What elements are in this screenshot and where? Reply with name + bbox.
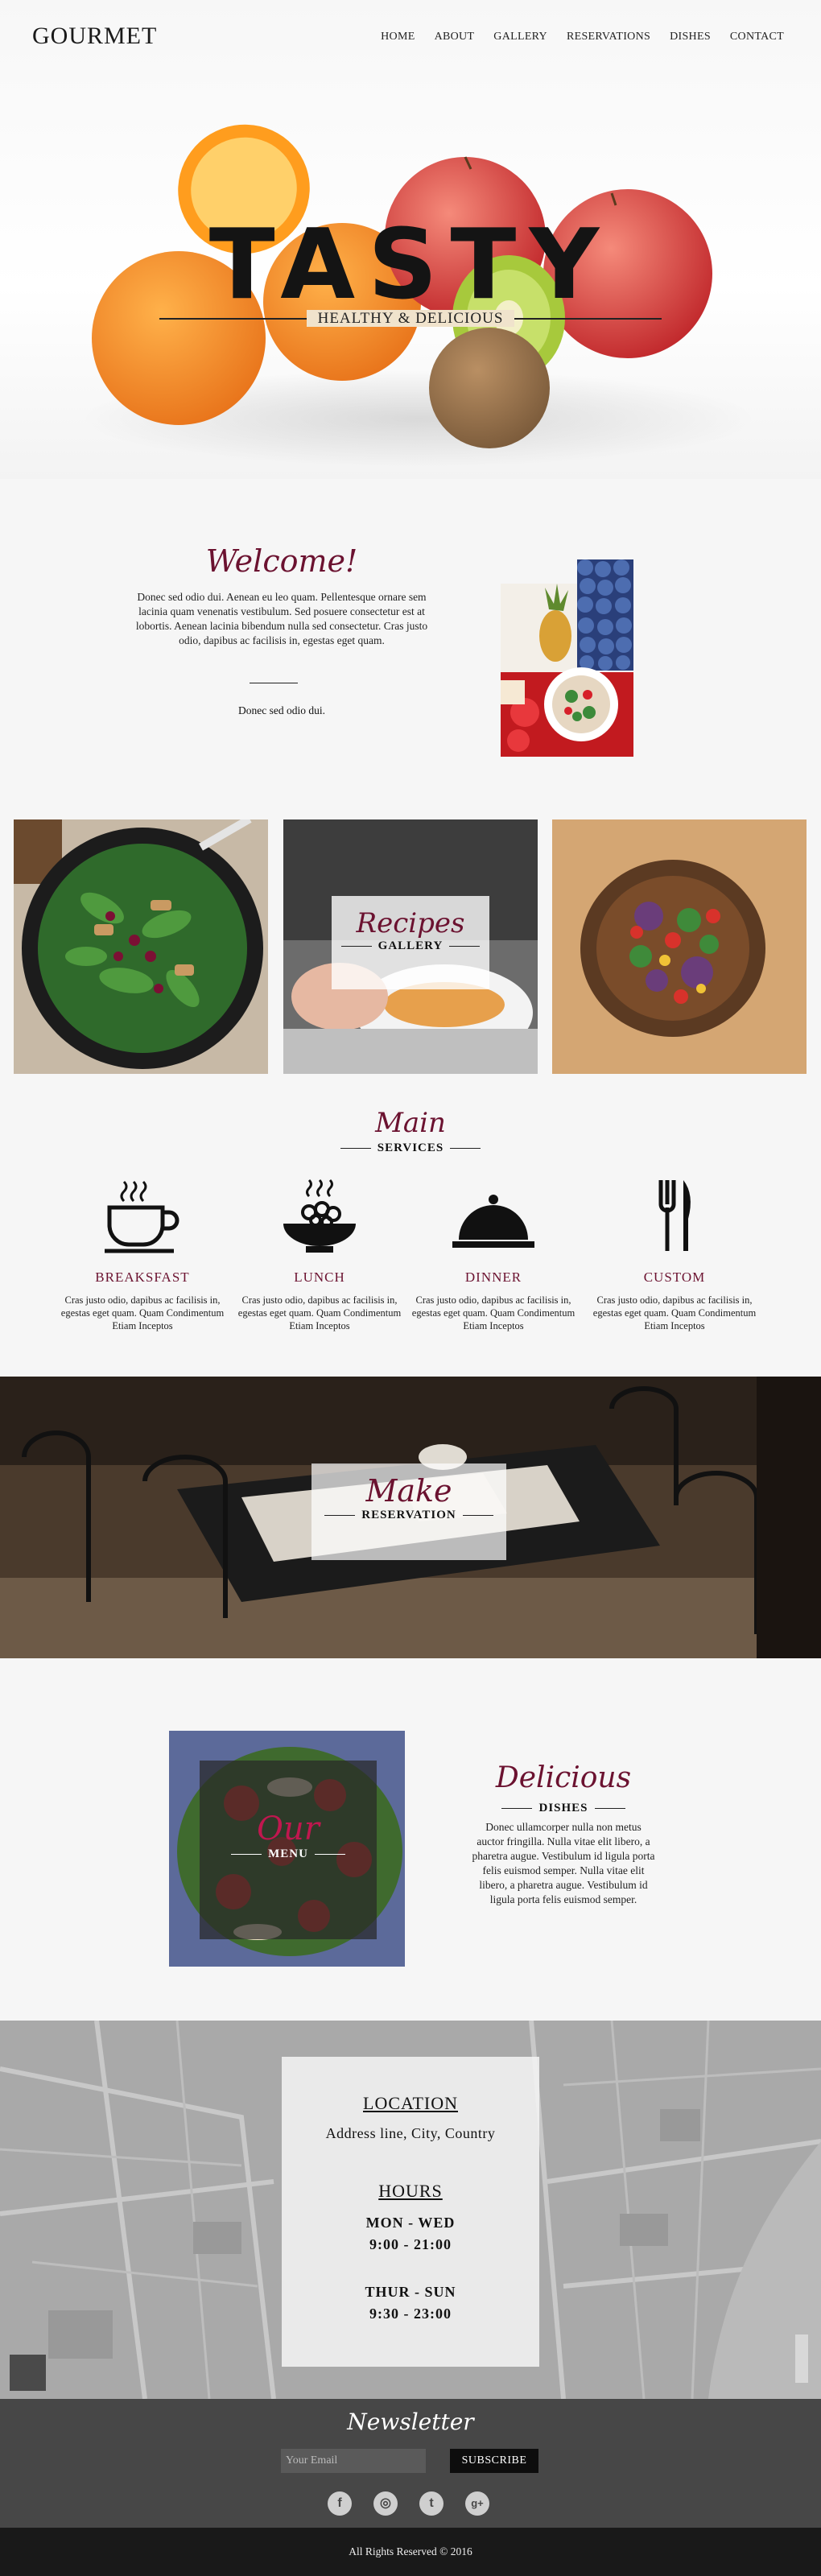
location-heading: LOCATION [363,2093,458,2113]
service-lunch[interactable]: LUNCH Cras justo odio, dapibus ac facili… [235,1175,404,1332]
dishes-section: Our MENU Delicious DISHES Donec ullamcor… [0,1658,821,2021]
nav-contact[interactable]: CONTACT [730,31,784,43]
facebook-icon[interactable]: f [328,2491,352,2516]
nav-gallery[interactable]: GALLERY [493,31,547,43]
services-title: Main [375,1107,446,1139]
google-plus-icon[interactable]: g+ [465,2491,489,2516]
reservation-subtitle: RESERVATION [361,1509,456,1521]
services-subtitle: SERVICES [377,1141,444,1154]
menu-title: Our [257,1810,320,1847]
service-label: BREAKSFAST [95,1269,190,1285]
weekend-label: THUR - SUN [365,2284,456,2300]
service-label: LUNCH [294,1269,345,1285]
copyright-text: All Rights Reserved © 2016 [349,2545,472,2557]
main-nav: HOME ABOUT GALLERY RESERVATIONS DISHES C… [381,31,784,43]
welcome-small-text: Donec sed odio dui. [238,704,325,716]
welcome-title: Welcome! [205,543,358,579]
reservation-title: Make [365,1473,452,1509]
menu-subtitle-row: MENU [200,1847,377,1861]
service-label: CUSTOM [643,1269,706,1285]
gallery-subtitle: GALLERY [377,939,444,952]
service-text: Cras justo odio, dapibus ac facilisis in… [411,1294,576,1331]
service-dinner[interactable]: DINNER Cras justo odio, dapibus ac facil… [409,1175,578,1332]
hero-section: GOURMET HOME ABOUT GALLERY RESERVATIONS … [0,0,821,479]
instagram-icon[interactable]: ◎ [373,2491,398,2516]
service-breakfast[interactable]: BREAKSFAST Cras justo odio, dapibus ac f… [58,1175,227,1332]
recipes-title: Recipes [356,907,465,939]
coffee-cup-icon [105,1180,179,1253]
gallery-section: Recipes GALLERY [0,785,821,1095]
hours-heading: HOURS [378,2181,443,2201]
menu-subtitle: MENU [268,1847,308,1860]
location-address: Address line, City, Country [325,2125,496,2141]
fork-knife-icon [658,1180,691,1251]
weekdays-time: 9:00 - 21:00 [369,2236,452,2252]
newsletter-title: Newsletter [347,2409,474,2435]
welcome-text: Donec sed odio dui. Aenean eu leo quam. … [135,591,428,646]
reservation-subtitle-row: RESERVATION [311,1509,506,1522]
newsletter-section: Newsletter SUBSCRIBE f ◎ t g+ [0,2399,821,2528]
location-card: LOCATION Address line, City, Country HOU… [282,2057,539,2367]
location-section: LOCATION Address line, City, Country HOU… [0,2021,821,2399]
subscribe-button[interactable]: SUBSCRIBE [450,2449,538,2473]
recipes-gallery-label: Recipes GALLERY [332,896,489,989]
services-section: Main SERVICES BREAKSFAST Cras justo odio… [0,1095,821,1377]
dishes-subtitle: DISHES [538,1802,588,1814]
food-collage-image [501,559,633,757]
reservation-label[interactable]: Make RESERVATION [311,1463,506,1560]
menu-photo[interactable]: Our MENU [169,1731,405,1967]
brand-logo[interactable]: GOURMET [32,23,157,50]
nav-dishes[interactable]: DISHES [670,31,711,43]
food-bowl-icon [283,1179,356,1253]
newsletter-email-input[interactable] [281,2449,426,2473]
welcome-section: Welcome! Donec sed odio dui. Aenean eu l… [0,479,821,785]
service-label: DINNER [464,1269,522,1285]
services-subtitle-row: SERVICES [0,1141,821,1155]
dishes-subtitle-row: DISHES [467,1802,660,1815]
twitter-icon[interactable]: t [419,2491,444,2516]
hero-subtitle-wrap: HEALTHY & DELICIOUS [0,310,821,328]
gallery-salad-photo[interactable] [14,819,268,1074]
menu-label: Our MENU [200,1761,377,1939]
weekdays-label: MON - WED [365,2215,456,2231]
gallery-recipes-photo[interactable]: Recipes GALLERY [283,819,538,1074]
nav-home[interactable]: HOME [381,31,415,43]
service-custom[interactable]: CUSTOM Cras justo odio, dapibus ac facil… [590,1175,759,1332]
hero-subtitle: HEALTHY & DELICIOUS [306,310,515,327]
nav-about[interactable]: ABOUT [435,31,475,43]
dishes-text: Donec ullamcorper nulla non metus auctor… [472,1821,655,1905]
nav-reservations[interactable]: RESERVATIONS [567,31,650,43]
weekend-time: 9:30 - 23:00 [369,2306,452,2322]
reservation-section: Make RESERVATION [0,1377,821,1658]
footer: All Rights Reserved © 2016 [0,2528,821,2576]
gallery-bowl-photo[interactable] [552,819,807,1074]
cloche-icon [452,1195,534,1248]
hero-title: TASTY [208,209,613,321]
gallery-subtitle-row: GALLERY [332,939,489,953]
dishes-title: Delicious [495,1761,632,1794]
service-text: Cras justo odio, dapibus ac facilisis in… [237,1294,402,1331]
service-text: Cras justo odio, dapibus ac facilisis in… [592,1294,757,1331]
service-text: Cras justo odio, dapibus ac facilisis in… [60,1294,225,1331]
